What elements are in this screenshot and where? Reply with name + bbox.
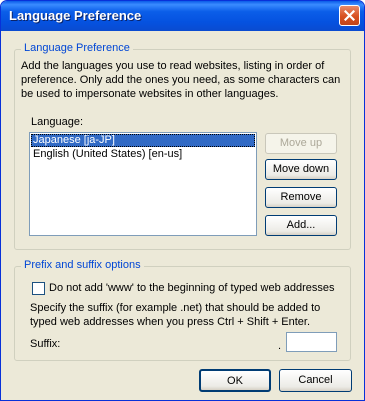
suffix-description-line-2: typed web addresses when you press Ctrl … <box>30 316 311 328</box>
language-preference-dialog: Language Preference Language Preference … <box>0 0 365 401</box>
prefix-suffix-group-legend: Prefix and suffix options <box>21 259 144 271</box>
suffix-label: Suffix: <box>30 338 61 350</box>
language-description-line-2: preference. Only add the ones you need, … <box>21 74 341 86</box>
title-bar[interactable]: Language Preference <box>1 1 364 31</box>
ok-button[interactable]: OK <box>199 369 271 392</box>
remove-button[interactable]: Remove <box>265 187 337 208</box>
cancel-button[interactable]: Cancel <box>279 369 352 392</box>
suffix-input[interactable] <box>286 332 337 352</box>
no-www-checkbox-label[interactable]: Do not add 'www' to the beginning of typ… <box>49 281 335 295</box>
language-description-line-3: be used to impersonate websites in other… <box>21 88 279 100</box>
language-group-legend: Language Preference <box>21 42 133 54</box>
language-list-label: Language: <box>31 116 83 128</box>
move-down-button[interactable]: Move down <box>265 159 337 180</box>
suffix-description-line-1: Specify the suffix (for example .net) th… <box>30 302 321 314</box>
close-icon <box>344 10 355 21</box>
suffix-dot: . <box>278 340 282 352</box>
language-item-english-us[interactable]: English (United States) [en-us] <box>30 148 256 161</box>
language-listbox[interactable]: Japanese [ja-JP] English (United States)… <box>29 132 257 236</box>
add-language-button[interactable]: Add... <box>265 215 337 236</box>
close-button[interactable] <box>339 5 360 26</box>
window-title: Language Preference <box>9 8 142 23</box>
language-item-japanese[interactable]: Japanese [ja-JP] <box>31 134 255 147</box>
no-www-checkbox[interactable] <box>32 282 45 295</box>
language-description-line-1: Add the languages you use to read websit… <box>21 60 325 72</box>
move-up-button[interactable]: Move up <box>265 133 337 154</box>
